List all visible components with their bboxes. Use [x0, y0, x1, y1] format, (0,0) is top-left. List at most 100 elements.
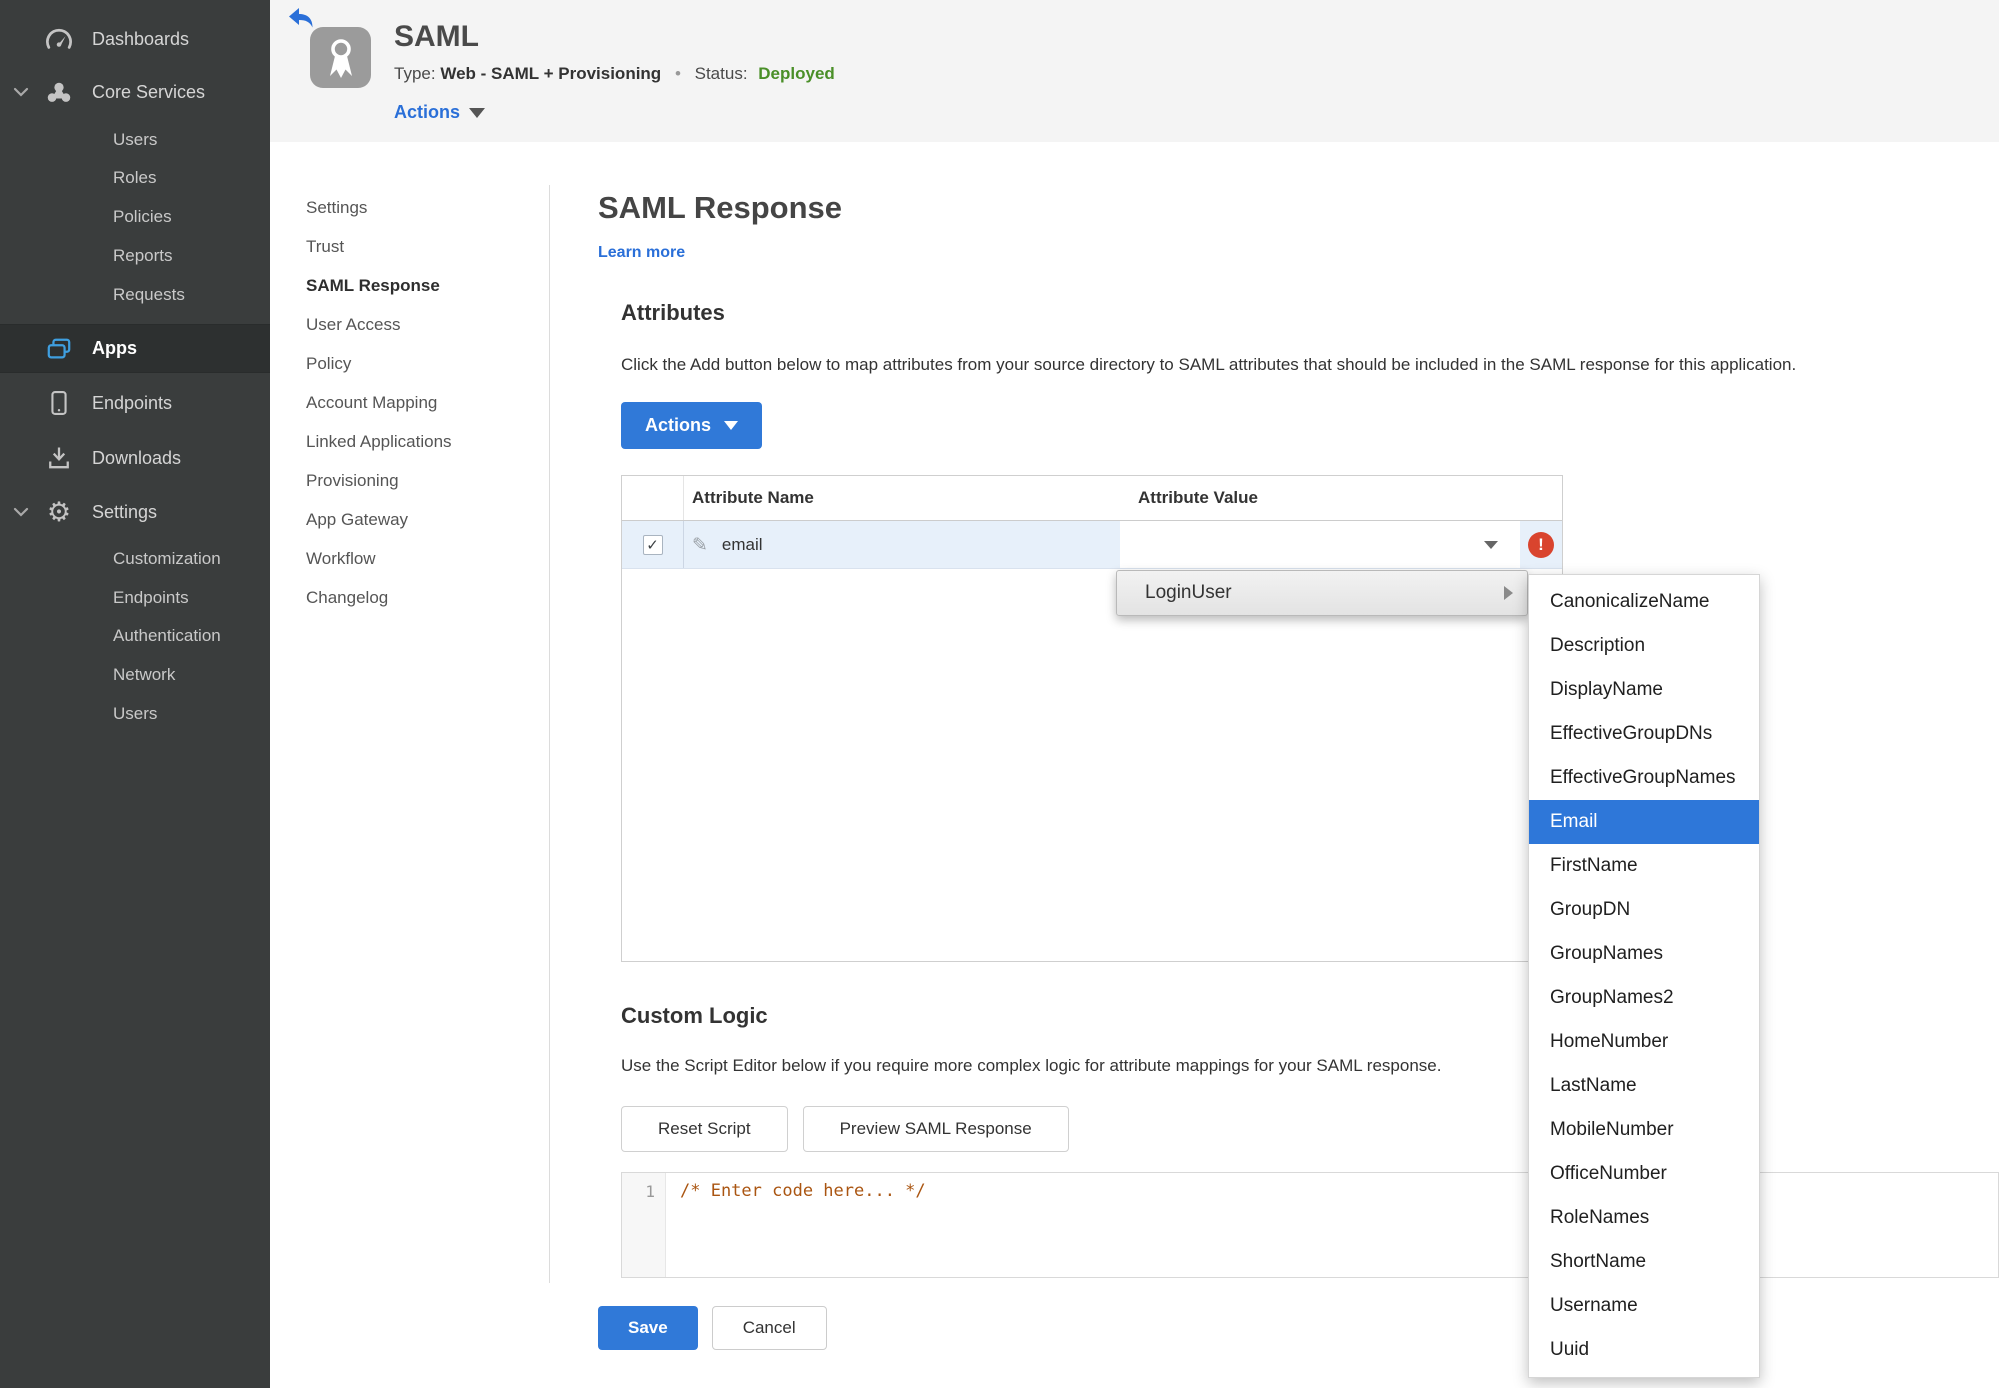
script-editor: 1 /* Enter code here... */: [621, 1172, 1999, 1278]
sidebar-item-policies[interactable]: Policies: [0, 202, 270, 232]
table-row: ✓ ✎ email !: [622, 521, 1562, 569]
form-actions-row: Save Cancel: [598, 1306, 827, 1350]
submenu-option[interactable]: MobileNumber: [1529, 1108, 1759, 1152]
sidebar-item-users[interactable]: Users: [0, 125, 270, 155]
submenu-arrow-icon: [1504, 586, 1513, 600]
column-header-attribute-value: Attribute Value: [1138, 488, 1258, 507]
sidebar-item-reports[interactable]: Reports: [0, 241, 270, 271]
submenu-option[interactable]: ShortName: [1529, 1240, 1759, 1284]
reset-script-button[interactable]: Reset Script: [621, 1106, 788, 1152]
submenu-option[interactable]: LastName: [1529, 1064, 1759, 1108]
row-checkbox[interactable]: ✓: [642, 534, 663, 555]
gear-icon: ⚙: [46, 496, 72, 528]
header-checkbox-column: [622, 476, 684, 520]
attributes-description: Click the Add button below to map attrib…: [621, 355, 1797, 374]
error-icon: !: [1528, 531, 1554, 558]
sidebar-item-downloads[interactable]: Downloads: [0, 443, 270, 473]
sidebar-item-apps[interactable]: Apps: [0, 324, 270, 373]
learn-more-link[interactable]: Learn more: [598, 244, 685, 262]
checkbox-check-icon: ✓: [646, 536, 659, 554]
subnav-item[interactable]: Linked Applications: [306, 422, 452, 461]
attributes-heading: Attributes: [621, 300, 725, 325]
sidebar-item-core-services[interactable]: Core Services: [0, 77, 270, 107]
subnav-item[interactable]: Provisioning: [306, 461, 452, 500]
gauge-icon: [42, 26, 76, 52]
sidebar-item-settings[interactable]: ⚙ Settings: [0, 497, 270, 527]
separator-dot: •: [674, 64, 681, 83]
sidebar-item-settings-endpoints[interactable]: Endpoints: [0, 583, 270, 613]
app-subnav: Settings Trust SAML Response User Access…: [306, 188, 452, 617]
submenu-option[interactable]: Email: [1529, 800, 1759, 844]
sidebar: Dashboards Core Services Users Roles Pol…: [0, 0, 270, 1388]
editor-gutter: 1: [622, 1173, 666, 1277]
apps-icon: [42, 336, 76, 362]
download-icon: [42, 444, 76, 472]
back-arrow-icon[interactable]: [288, 7, 314, 29]
submenu-option[interactable]: EffectiveGroupNames: [1529, 756, 1759, 800]
save-button[interactable]: Save: [598, 1306, 698, 1350]
header-actions-dropdown[interactable]: Actions: [394, 102, 486, 123]
submenu-option[interactable]: DisplayName: [1529, 668, 1759, 712]
subnav-item[interactable]: Policy: [306, 344, 452, 383]
submenu-option[interactable]: GroupNames2: [1529, 976, 1759, 1020]
attribute-value-dropdown[interactable]: [1120, 521, 1520, 568]
type-value: Web - SAML + Provisioning: [440, 64, 662, 83]
status-badge: Deployed: [758, 64, 835, 83]
line-number: 1: [645, 1182, 655, 1201]
app-header: SAML Type: Web - SAML + Provisioning • S…: [270, 0, 1999, 142]
code-comment: /* Enter code here... */: [680, 1181, 926, 1201]
sidebar-item-customization[interactable]: Customization: [0, 544, 270, 574]
tablet-icon: [42, 389, 76, 417]
app-meta: Type: Web - SAML + Provisioning • Status…: [394, 64, 835, 84]
cluster-icon: [42, 79, 76, 105]
edit-pencil-icon[interactable]: ✎: [692, 534, 708, 556]
chevron-down-icon: [1484, 540, 1498, 549]
script-buttons-row: Reset Script Preview SAML Response: [621, 1106, 1069, 1152]
submenu-option[interactable]: Uuid: [1529, 1328, 1759, 1372]
submenu-option[interactable]: Username: [1529, 1284, 1759, 1328]
sidebar-item-dashboards[interactable]: Dashboards: [0, 24, 270, 54]
submenu-option[interactable]: GroupDN: [1529, 888, 1759, 932]
type-label: Type:: [394, 64, 436, 83]
submenu-option[interactable]: FirstName: [1529, 844, 1759, 888]
attributes-table: Attribute Name Attribute Value ✓ ✎ email…: [621, 475, 1563, 962]
subnav-item[interactable]: App Gateway: [306, 500, 452, 539]
chevron-down-icon: [13, 506, 29, 518]
submenu-option[interactable]: OfficeNumber: [1529, 1152, 1759, 1196]
status-label: Status:: [694, 64, 748, 83]
main-content: SAML Type: Web - SAML + Provisioning • S…: [270, 0, 1999, 1388]
custom-logic-description: Use the Script Editor below if you requi…: [621, 1056, 1442, 1075]
subnav-item[interactable]: Trust: [306, 227, 452, 266]
column-header-attribute-name: Attribute Name: [692, 488, 814, 507]
submenu-option[interactable]: GroupNames: [1529, 932, 1759, 976]
chevron-down-icon: [13, 86, 29, 98]
submenu-option[interactable]: CanonicalizeName: [1529, 580, 1759, 624]
sidebar-item-network[interactable]: Network: [0, 660, 270, 690]
chevron-down-icon: [469, 107, 486, 118]
submenu-option[interactable]: HomeNumber: [1529, 1020, 1759, 1064]
sidebar-item-authentication[interactable]: Authentication: [0, 621, 270, 651]
actions-button[interactable]: Actions: [621, 402, 763, 449]
subnav-item[interactable]: SAML Response: [306, 266, 452, 305]
sidebar-item-settings-users[interactable]: Users: [0, 699, 270, 729]
subnav-item[interactable]: Settings: [306, 188, 452, 227]
attribute-options-submenu: CanonicalizeName Description DisplayName…: [1528, 574, 1760, 1378]
sidebar-item-endpoints[interactable]: Endpoints: [0, 388, 270, 418]
cancel-button[interactable]: Cancel: [711, 1306, 827, 1350]
table-header: Attribute Name Attribute Value: [622, 476, 1562, 521]
sidebar-item-roles[interactable]: Roles: [0, 163, 270, 193]
submenu-option[interactable]: EffectiveGroupDNs: [1529, 712, 1759, 756]
row-checkbox-cell: ✓: [622, 521, 684, 568]
dropdown-menu-loginuser[interactable]: LoginUser: [1116, 570, 1528, 616]
editor-code-area[interactable]: /* Enter code here... */: [666, 1173, 1998, 1277]
preview-saml-response-button[interactable]: Preview SAML Response: [802, 1106, 1069, 1152]
subnav-item[interactable]: User Access: [306, 305, 452, 344]
sidebar-item-requests[interactable]: Requests: [0, 280, 270, 310]
subnav-item[interactable]: Changelog: [306, 578, 452, 617]
subnav-item[interactable]: Workflow: [306, 539, 452, 578]
section-title: SAML Response: [598, 190, 843, 225]
custom-logic-heading: Custom Logic: [621, 1003, 768, 1028]
submenu-option[interactable]: RoleNames: [1529, 1196, 1759, 1240]
submenu-option[interactable]: Description: [1529, 624, 1759, 668]
subnav-item[interactable]: Account Mapping: [306, 383, 452, 422]
